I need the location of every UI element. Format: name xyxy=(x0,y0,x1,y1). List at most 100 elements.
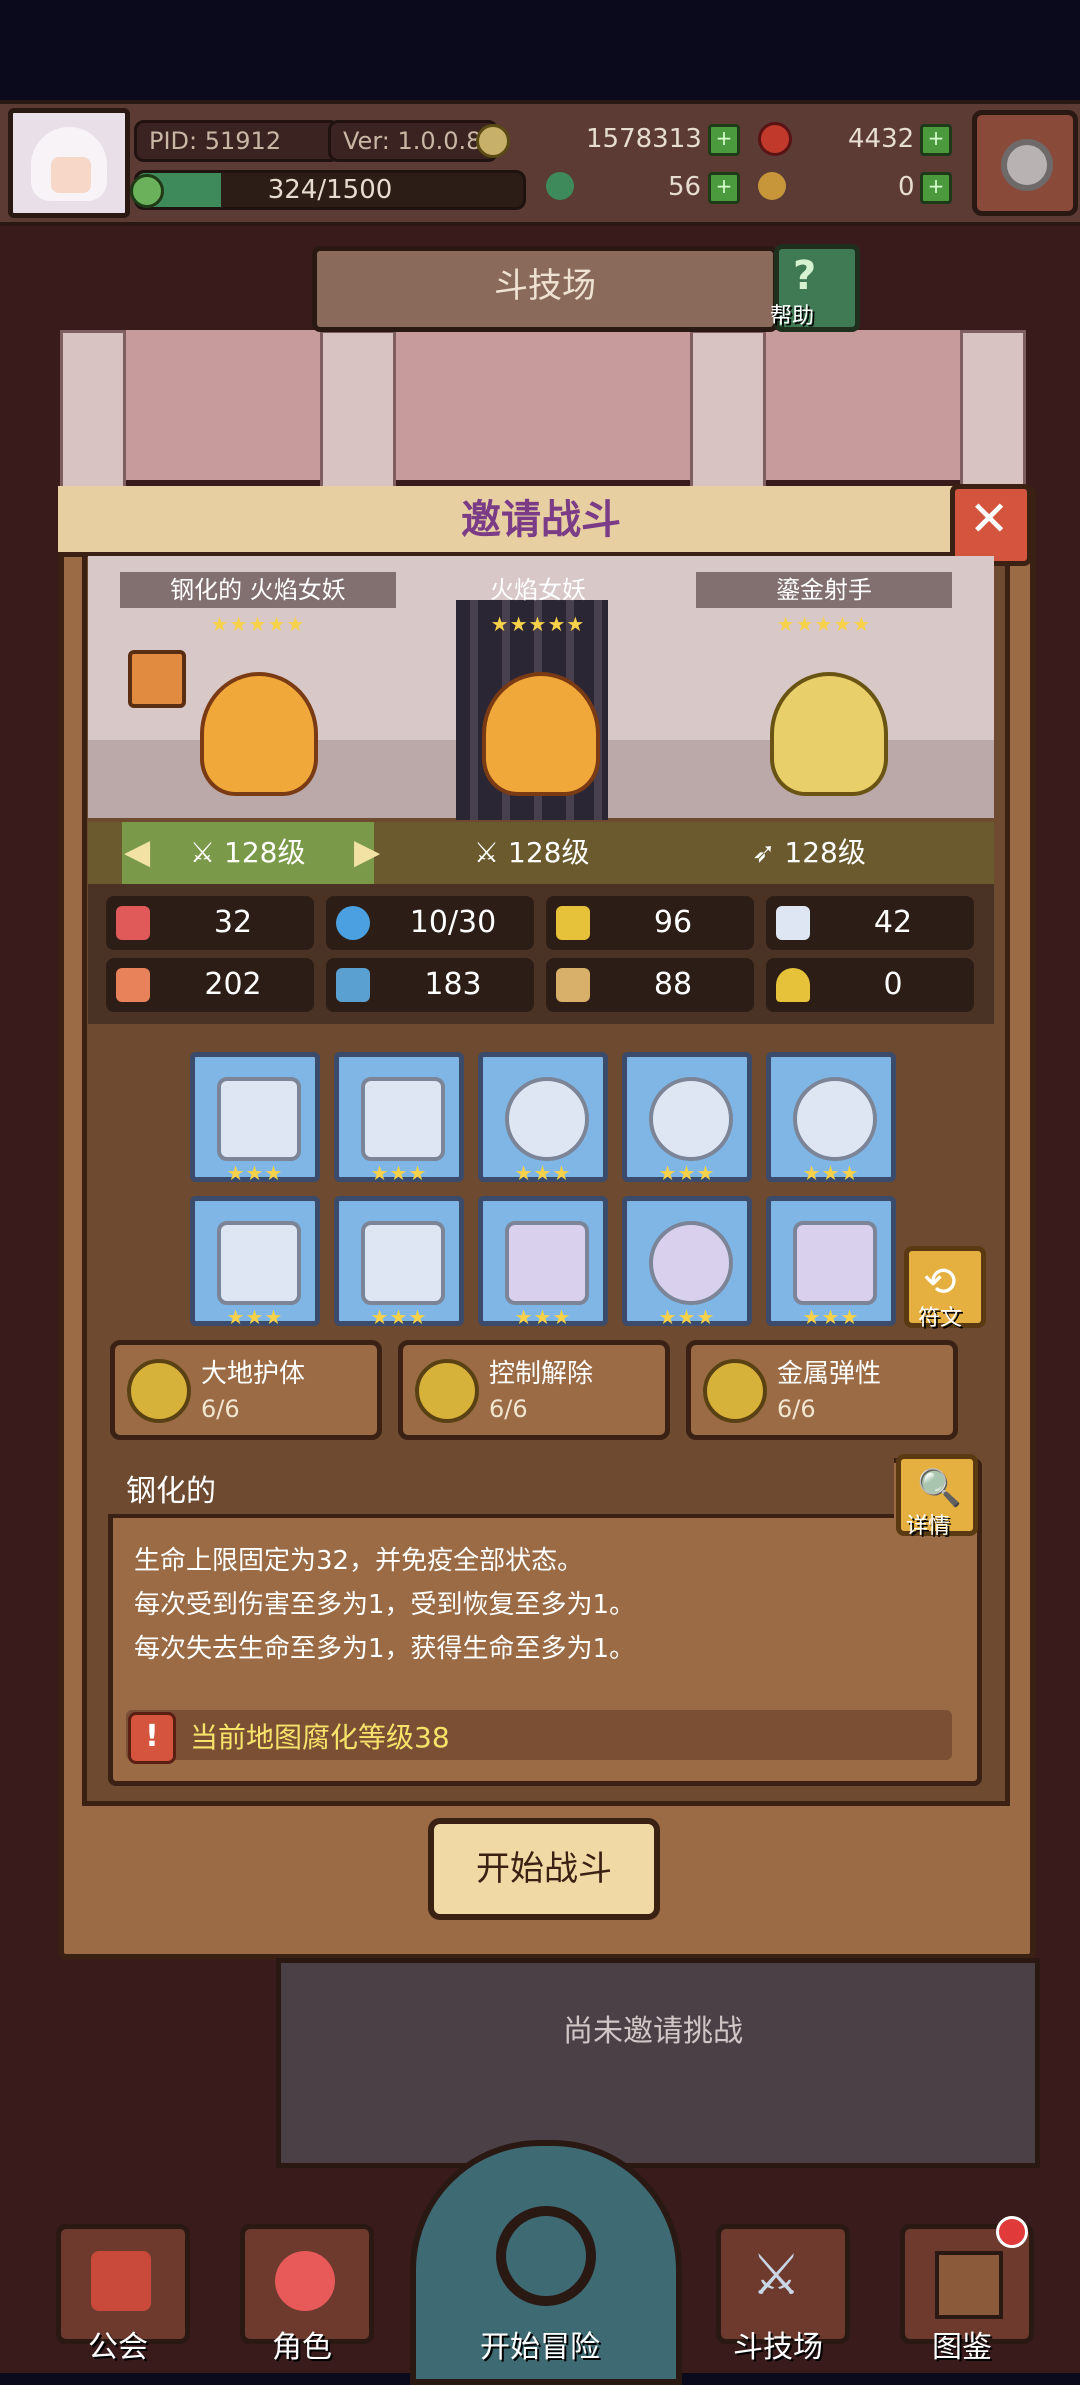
helmet-icon xyxy=(217,1221,301,1305)
ruby-icon xyxy=(758,122,792,156)
trait-coin-icon xyxy=(703,1359,767,1423)
scroll-icon xyxy=(556,968,590,1002)
armor-icon xyxy=(361,1221,445,1305)
close-icon: ✕ xyxy=(969,491,1010,547)
equip-armor[interactable]: ★★★ xyxy=(334,1196,464,1329)
key-plus-button[interactable]: + xyxy=(920,172,952,204)
hero-3-sprite[interactable] xyxy=(770,672,888,796)
nav-codex-label: 图鉴 xyxy=(932,2330,992,2365)
stat-mana: 10/30 xyxy=(326,896,534,950)
clover-plus-button[interactable]: + xyxy=(708,172,740,204)
hero-1-sprite[interactable] xyxy=(200,672,318,796)
sword-icon: ⚔ xyxy=(190,836,225,869)
necklace-icon xyxy=(505,1077,589,1161)
hero-3-name: 鎏金射手 xyxy=(696,572,952,608)
equip-belt[interactable]: ★★★ xyxy=(622,1196,752,1329)
hero-2-level-text: 128级 xyxy=(508,836,590,869)
hero-2-stars: ★★★★★ xyxy=(490,612,586,636)
not-invited-text: 尚未邀请挑战 xyxy=(563,2014,743,2049)
ring-icon xyxy=(793,1077,877,1161)
swap-icon: ⟲ xyxy=(923,1259,957,1305)
equip-shield[interactable]: ★★★ xyxy=(334,1052,464,1185)
player-avatar[interactable] xyxy=(8,108,130,218)
page-title: 斗技场 xyxy=(312,246,778,332)
trait-earth-guard[interactable]: 大地护体 6/6 xyxy=(110,1340,382,1440)
clover-icon xyxy=(546,172,574,200)
detail-label: 详情 xyxy=(906,1514,951,1539)
hero-3-level[interactable]: ➶ 128级 xyxy=(752,822,866,884)
question-icon: ? xyxy=(793,253,817,299)
avatar-face xyxy=(51,157,91,193)
key-value: 0 xyxy=(898,172,915,202)
arrow-left-icon: ◀ xyxy=(124,832,151,872)
stat-resist: 88 xyxy=(546,958,754,1012)
hero-2-level[interactable]: ⚔ 128级 xyxy=(474,822,589,884)
arrow-right-icon: ▶ xyxy=(354,832,381,872)
magnifier-icon: 🔍 xyxy=(917,1468,962,1509)
warning-icon: ! xyxy=(128,1712,176,1764)
pid-label: PID: 51912 xyxy=(134,120,340,162)
exp-text: 324/1500 xyxy=(267,175,393,205)
shield-icon xyxy=(361,1077,445,1161)
trait-coin-icon xyxy=(415,1359,479,1423)
start-battle-button[interactable]: 开始战斗 xyxy=(428,1818,660,1920)
nav-character-label: 角色 xyxy=(272,2330,332,2365)
bow-icon: ➶ xyxy=(752,836,785,869)
hero-1-name: 钢化的 火焰女妖 xyxy=(120,572,396,608)
gem-value: 4432 xyxy=(848,124,915,154)
boots-icon xyxy=(793,1221,877,1305)
stat-attack: 202 xyxy=(106,958,314,1012)
notification-dot xyxy=(996,2216,1028,2248)
description-line: 生命上限固定为32，并免疫全部状态。 xyxy=(134,1546,584,1576)
sword-icon xyxy=(217,1077,301,1161)
description-header xyxy=(108,1458,894,1518)
trait-metal-elasticity[interactable]: 金属弹性 6/6 xyxy=(686,1340,958,1440)
nav-adventure-label: 开始冒险 xyxy=(480,2330,600,2365)
wing-icon xyxy=(776,906,810,940)
hero-1-stars: ★★★★★ xyxy=(210,612,306,636)
equip-necklace[interactable]: ★★★ xyxy=(478,1052,608,1185)
corruption-warning-text: 当前地图腐化等级38 xyxy=(190,1721,450,1754)
nav-arena-label: 斗技场 xyxy=(733,2330,823,2365)
lock-icon xyxy=(128,650,186,708)
exp-gem-icon xyxy=(130,174,164,208)
settings-button[interactable] xyxy=(972,110,1078,216)
codex-icon xyxy=(935,2251,1003,2319)
hero-3-level-text: 128级 xyxy=(784,836,866,869)
hero-1-level[interactable]: ⚔ 128级 xyxy=(190,822,305,884)
equip-boots[interactable]: ★★★ xyxy=(766,1196,896,1329)
equip-ring[interactable]: ★★★ xyxy=(766,1052,896,1185)
sword-icon: ⚔ xyxy=(474,836,509,869)
gem-plus-button[interactable]: + xyxy=(920,124,952,156)
equip-medal[interactable]: ★★★ xyxy=(622,1052,752,1185)
guild-icon xyxy=(91,2251,151,2311)
version-label: Ver: 1.0.0.8 xyxy=(328,120,498,162)
equip-gloves[interactable]: ★★★ xyxy=(478,1196,608,1329)
crossed-swords-icon: ⚔ xyxy=(751,2243,802,2308)
equip-sword[interactable]: ★★★ xyxy=(190,1052,320,1185)
trait-control-removal[interactable]: 控制解除 6/6 xyxy=(398,1340,670,1440)
stat-hp: 32 xyxy=(106,896,314,950)
character-icon xyxy=(275,2251,335,2311)
gold-plus-button[interactable]: + xyxy=(708,124,740,156)
help-label: 帮助 xyxy=(770,304,815,329)
stat-luck: 0 xyxy=(766,958,974,1012)
key-icon xyxy=(758,172,786,200)
challenge-panel xyxy=(276,1958,1040,2168)
hero-1-level-text: 128级 xyxy=(224,836,306,869)
equip-helmet[interactable]: ★★★ xyxy=(190,1196,320,1329)
stat-speed: 42 xyxy=(766,896,974,950)
medal-icon xyxy=(649,1077,733,1161)
gloves-icon xyxy=(505,1221,589,1305)
description-line: 每次失去生命至多为1，获得生命至多为1。 xyxy=(134,1634,636,1664)
info-coin-icon xyxy=(476,124,510,158)
clover-value: 56 xyxy=(668,172,702,202)
rune-label: 符文 xyxy=(918,1306,963,1331)
belt-icon xyxy=(649,1221,733,1305)
nav-guild-label: 公会 xyxy=(88,2330,148,2365)
close-button[interactable]: ✕ xyxy=(950,484,1032,566)
stat-defense: 96 xyxy=(546,896,754,950)
modal-title: 邀请战斗 xyxy=(461,497,621,543)
gear-icon xyxy=(1001,139,1053,191)
hero-2-sprite[interactable] xyxy=(482,672,600,796)
